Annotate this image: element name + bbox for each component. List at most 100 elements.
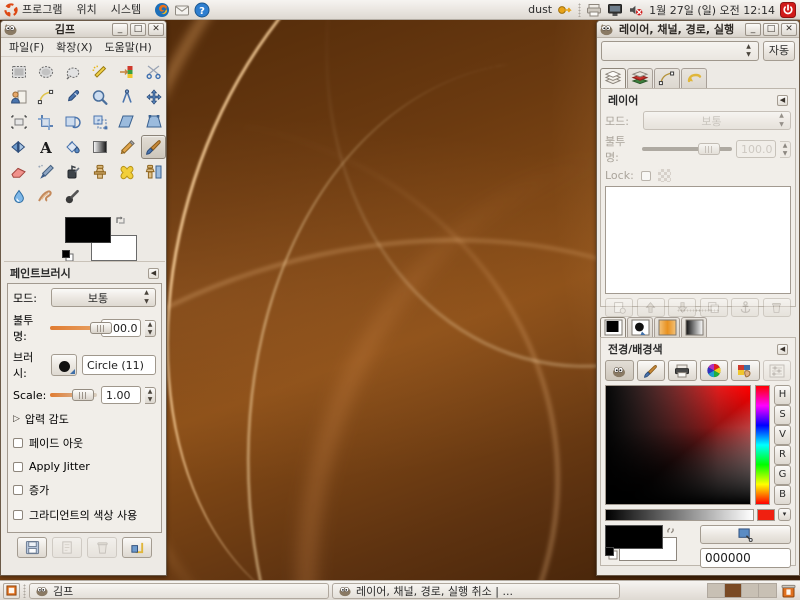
dock-titlebar[interactable]: 레이어, 채널, 경로, 실행 _ □ ✕ [597, 21, 799, 38]
smudge-tool[interactable] [33, 185, 58, 209]
scale-value-field[interactable]: 1.00 [101, 386, 141, 404]
toolbox-titlebar[interactable]: 김프 _ □ ✕ [1, 21, 166, 38]
airbrush-tool[interactable] [33, 160, 58, 184]
free-select-tool[interactable] [60, 60, 85, 84]
checkbox-box[interactable] [13, 485, 23, 495]
workspace-switcher[interactable] [707, 583, 777, 598]
workspace-2[interactable] [725, 584, 742, 597]
value-stepper[interactable]: ▾ [778, 508, 791, 521]
toolbox-minimize-button[interactable]: _ [112, 22, 128, 36]
select-by-color-tool[interactable] [114, 60, 139, 84]
flip-tool[interactable] [6, 135, 31, 159]
chevron-updown-icon[interactable]: ▲ ▼ [743, 43, 754, 60]
rotate-tool[interactable] [60, 110, 85, 134]
shutdown-icon[interactable] [780, 1, 796, 18]
tab-palette[interactable] [731, 360, 760, 381]
checkbox-fade-out[interactable]: 페이드 아웃 [13, 435, 156, 451]
crop-tool[interactable] [33, 110, 58, 134]
heal-tool[interactable] [114, 160, 139, 184]
sv-color-square[interactable] [605, 385, 751, 505]
tab-color-wheel[interactable] [699, 360, 728, 381]
tab-layers[interactable] [600, 68, 626, 88]
eraser-tool[interactable] [6, 160, 31, 184]
display-icon[interactable] [607, 3, 623, 17]
mode-combobox[interactable]: 보통 ▲ ▼ [51, 288, 156, 307]
show-desktop-button[interactable] [3, 582, 20, 599]
align-tool[interactable] [6, 110, 31, 134]
hue-strip[interactable] [755, 385, 770, 505]
ink-tool[interactable] [60, 160, 85, 184]
layers-list[interactable] [605, 186, 791, 294]
tab-fonts[interactable] [681, 317, 707, 337]
channel-button-g[interactable]: G [774, 465, 791, 485]
chevron-updown-icon[interactable]: ▲ ▼ [141, 289, 152, 306]
menu-file[interactable]: 파일(F) [4, 38, 49, 56]
menu-extensions[interactable]: 확장(X) [51, 38, 97, 56]
zoom-tool[interactable] [87, 85, 112, 109]
workspace-4[interactable] [759, 584, 776, 597]
shear-tool[interactable] [114, 110, 139, 134]
channel-button-s[interactable]: S [774, 405, 791, 425]
workspace-1[interactable] [708, 584, 725, 597]
measure-tool[interactable] [114, 85, 139, 109]
scissors-select-tool[interactable] [141, 60, 166, 84]
workspace-3[interactable] [742, 584, 759, 597]
scale-stepper[interactable]: ▲ ▼ [145, 386, 156, 404]
tab-gradients[interactable] [654, 317, 680, 337]
collapse-icon[interactable]: ◀ [148, 267, 159, 279]
firefox-icon[interactable] [154, 2, 170, 18]
user-name[interactable]: dust [528, 3, 552, 16]
menu-system[interactable]: 시스템 [104, 0, 148, 19]
pencil-tool[interactable] [114, 135, 139, 159]
opacity-stepper[interactable]: ▲ ▼ [145, 319, 156, 337]
blur-sharpen-tool[interactable] [6, 185, 31, 209]
text-tool[interactable]: A [33, 135, 58, 159]
bucket-fill-tool[interactable] [60, 135, 85, 159]
color-picker-tool[interactable] [60, 85, 85, 109]
save-options-button[interactable] [17, 537, 47, 558]
perspective-tool[interactable] [141, 110, 166, 134]
dock-maximize-button[interactable]: □ [763, 22, 779, 36]
pressure-sensitivity-expander[interactable]: ▷ 압력 감도 [13, 411, 156, 427]
scale-tool[interactable] [87, 110, 112, 134]
trash-icon[interactable] [780, 583, 797, 599]
tab-undo[interactable] [681, 68, 707, 88]
reset-colors-icon[interactable] [605, 547, 618, 563]
clock[interactable]: 1월 27일 (일) 오전 12:14 [649, 2, 775, 18]
dodge-burn-tool[interactable] [60, 185, 85, 209]
collapse-icon[interactable]: ◀ [777, 343, 788, 355]
move-tool[interactable] [141, 85, 166, 109]
taskbar-item-gimp[interactable]: 김프 [29, 582, 329, 599]
menu-applications[interactable]: 프로그램 [0, 0, 69, 19]
blend-tool[interactable] [87, 135, 112, 159]
foreground-color-swatch[interactable] [65, 217, 111, 243]
image-selector-combo[interactable]: ▲ ▼ [601, 41, 759, 61]
value-gradient-bar[interactable] [605, 508, 754, 521]
tab-patterns[interactable] [627, 317, 653, 337]
tab-gimp-color[interactable] [605, 360, 634, 381]
checkbox-box[interactable] [13, 438, 23, 448]
hex-color-field[interactable]: 000000 [700, 548, 791, 568]
dock-close-button[interactable]: ✕ [781, 22, 797, 36]
collapse-icon[interactable]: ◀ [777, 94, 788, 106]
tab-brushes[interactable] [600, 317, 626, 337]
reset-options-button[interactable] [122, 537, 152, 558]
clone-tool[interactable] [87, 160, 112, 184]
foreground-select-tool[interactable] [6, 85, 31, 109]
channel-button-h[interactable]: H [774, 385, 791, 405]
menu-places[interactable]: 위치 [69, 0, 103, 19]
checkbox-use-gradient-color[interactable]: 그라디언트의 색상 사용 [13, 507, 156, 523]
checkbox-box[interactable] [13, 510, 23, 520]
brush-name-field[interactable]: Circle (11) [82, 355, 156, 375]
taskbar-item-dock[interactable]: 레이어, 채널, 경로, 실행 취소 | ... [332, 582, 620, 599]
rect-select-tool[interactable] [6, 60, 31, 84]
swap-colors-icon[interactable] [115, 215, 126, 226]
dock-minimize-button[interactable]: _ [745, 22, 761, 36]
toolbox-close-button[interactable]: ✕ [148, 22, 164, 36]
ellipse-select-tool[interactable] [33, 60, 58, 84]
pick-screen-color-button[interactable] [700, 525, 791, 544]
fuzzy-select-tool[interactable] [87, 60, 112, 84]
chain-link-icon[interactable] [665, 525, 676, 539]
channel-button-v[interactable]: V [774, 425, 791, 445]
help-icon[interactable]: ? [194, 2, 210, 18]
